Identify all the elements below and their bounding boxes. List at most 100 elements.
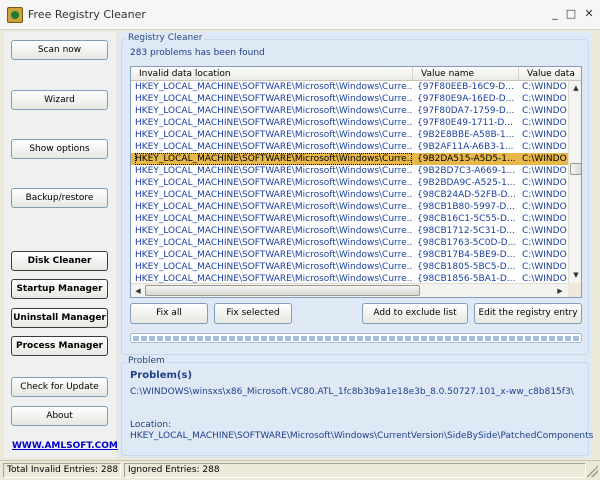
cell-location: HKEY_LOCAL_MACHINE\SOFTWARE\Microsoft\Wi… <box>135 82 412 92</box>
table-row[interactable]: HKEY_LOCAL_MACHINE\SOFTWARE\Microsoft\Wi… <box>131 201 568 213</box>
total-invalid-entries: Total Invalid Entries: 288 <box>3 463 121 478</box>
status-bar: Total Invalid Entries: 288 Ignored Entri… <box>0 460 600 480</box>
fix-selected-button[interactable]: Fix selected <box>214 303 292 324</box>
table-row[interactable]: HKEY_LOCAL_MACHINE\SOFTWARE\Microsoft\Wi… <box>131 165 568 177</box>
fix-all-button[interactable]: Fix all <box>130 303 208 324</box>
cell-value-name: {98CB24AD-52FB-D... <box>417 190 516 200</box>
cell-value-data: C:\WINDO <box>522 190 567 200</box>
location-label: Location: <box>130 420 172 430</box>
cell-location: HKEY_LOCAL_MACHINE\SOFTWARE\Microsoft\Wi… <box>135 214 412 224</box>
horizontal-scrollbar[interactable]: ◀ ▶ <box>131 283 568 297</box>
cell-value-name: {98CB1763-5C0D-D... <box>417 238 517 248</box>
cell-value-data: C:\WINDO <box>522 202 567 212</box>
startup-manager-button[interactable]: Startup Manager <box>11 279 108 299</box>
registry-cleaner-label: Registry Cleaner <box>126 33 205 43</box>
table-row[interactable]: HKEY_LOCAL_MACHINE\SOFTWARE\Microsoft\Wi… <box>131 273 568 283</box>
cell-value-name: {9B2DA515-A5D5-1... <box>417 154 516 164</box>
scan-now-button[interactable]: Scan now <box>11 40 108 60</box>
cell-location: HKEY_LOCAL_MACHINE\SOFTWARE\Microsoft\Wi… <box>135 153 412 165</box>
progress-bar <box>130 333 582 343</box>
table-row[interactable]: HKEY_LOCAL_MACHINE\SOFTWARE\Microsoft\Wi… <box>131 105 568 117</box>
add-to-exclude-list-button[interactable]: Add to exclude list <box>362 303 468 324</box>
window-title: Free Registry Cleaner <box>28 8 146 21</box>
backup-restore-button[interactable]: Backup/restore <box>11 188 108 208</box>
process-manager-button[interactable]: Process Manager <box>11 336 108 356</box>
cell-value-data: C:\WINDO <box>522 274 567 283</box>
table-row[interactable]: HKEY_LOCAL_MACHINE\SOFTWARE\Microsoft\Wi… <box>131 261 568 273</box>
cell-value-data: C:\WINDO <box>522 178 567 188</box>
table-row[interactable]: HKEY_LOCAL_MACHINE\SOFTWARE\Microsoft\Wi… <box>131 129 568 141</box>
cell-location: HKEY_LOCAL_MACHINE\SOFTWARE\Microsoft\Wi… <box>135 94 412 104</box>
cell-value-data: C:\WINDO <box>522 214 567 224</box>
arrow-down-icon[interactable]: ▼ <box>570 269 581 281</box>
table-row[interactable]: HKEY_LOCAL_MACHINE\SOFTWARE\Microsoft\Wi… <box>131 237 568 249</box>
cell-location: HKEY_LOCAL_MACHINE\SOFTWARE\Microsoft\Wi… <box>135 262 412 272</box>
cell-value-data: C:\WINDO <box>522 250 567 260</box>
cell-location: HKEY_LOCAL_MACHINE\SOFTWARE\Microsoft\Wi… <box>135 274 412 283</box>
cell-location: HKEY_LOCAL_MACHINE\SOFTWARE\Microsoft\Wi… <box>135 190 412 200</box>
table-row[interactable]: HKEY_LOCAL_MACHINE\SOFTWARE\Microsoft\Wi… <box>131 117 568 129</box>
cell-value-name: {98CB1B80-5997-D... <box>417 202 515 212</box>
table-row[interactable]: HKEY_LOCAL_MACHINE\SOFTWARE\Microsoft\Wi… <box>131 225 568 237</box>
column-header-value-data[interactable]: Value data <box>519 67 581 81</box>
cell-value-name: {9B2BDA9C-A525-1... <box>417 178 516 188</box>
column-header-value-name[interactable]: Value name <box>413 67 519 81</box>
cell-value-data: C:\WINDO <box>522 154 567 164</box>
cell-value-data: C:\WINDO <box>522 130 567 140</box>
cell-location: HKEY_LOCAL_MACHINE\SOFTWARE\Microsoft\Wi… <box>135 142 412 152</box>
cell-value-name: {98CB16C1-5C55-D... <box>417 214 516 224</box>
cell-value-data: C:\WINDO <box>522 166 567 176</box>
cell-value-data: C:\WINDO <box>522 262 567 272</box>
cell-location: HKEY_LOCAL_MACHINE\SOFTWARE\Microsoft\Wi… <box>135 238 412 248</box>
cell-value-data: C:\WINDO <box>522 118 567 128</box>
location-path: HKEY_LOCAL_MACHINE\SOFTWARE\Microsoft\Wi… <box>130 431 594 441</box>
vertical-scrollbar[interactable]: ▲ ▼ <box>568 81 581 283</box>
table-row[interactable]: HKEY_LOCAL_MACHINE\SOFTWARE\Microsoft\Wi… <box>131 81 568 93</box>
cell-value-name: {98CB1712-5C31-D... <box>417 226 516 236</box>
maximize-button[interactable]: □ <box>562 6 580 22</box>
column-header-location[interactable]: Invalid data location <box>131 67 413 81</box>
table-row[interactable]: HKEY_LOCAL_MACHINE\SOFTWARE\Microsoft\Wi… <box>131 177 568 189</box>
check-for-update-button[interactable]: Check for Update <box>11 377 108 397</box>
cell-value-name: {97F80E49-1711-D... <box>417 118 513 128</box>
problem-group-label: Problem <box>126 356 167 366</box>
close-button[interactable]: ✕ <box>580 6 598 22</box>
cell-location: HKEY_LOCAL_MACHINE\SOFTWARE\Microsoft\Wi… <box>135 250 412 260</box>
cell-value-data: C:\WINDO <box>522 94 567 104</box>
vertical-scroll-thumb[interactable] <box>570 163 581 175</box>
cell-value-name: {98CB1805-5BC5-D... <box>417 262 516 272</box>
cell-value-name: {98CB17B4-5BE9-D... <box>417 250 516 260</box>
cell-value-data: C:\WINDO <box>522 106 567 116</box>
arrow-left-icon[interactable]: ◀ <box>132 285 144 297</box>
website-link[interactable]: WWW.AMLSOFT.COM <box>12 441 118 451</box>
ignored-entries: Ignored Entries: 288 <box>124 463 586 478</box>
sidebar: Scan now Wizard Show options Backup/rest… <box>4 32 118 458</box>
cell-location: HKEY_LOCAL_MACHINE\SOFTWARE\Microsoft\Wi… <box>135 166 412 176</box>
horizontal-scroll-thumb[interactable] <box>145 285 420 296</box>
problem-path: C:\WINDOWS\winsxs\x86_Microsoft.VC80.ATL… <box>130 387 574 397</box>
show-options-button[interactable]: Show options <box>11 139 108 159</box>
table-row[interactable]: HKEY_LOCAL_MACHINE\SOFTWARE\Microsoft\Wi… <box>131 213 568 225</box>
table-row[interactable]: HKEY_LOCAL_MACHINE\SOFTWARE\Microsoft\Wi… <box>131 141 568 153</box>
cell-location: HKEY_LOCAL_MACHINE\SOFTWARE\Microsoft\Wi… <box>135 178 412 188</box>
table-row[interactable]: HKEY_LOCAL_MACHINE\SOFTWARE\Microsoft\Wi… <box>131 153 568 165</box>
edit-registry-entry-button[interactable]: Edit the registry entry <box>474 303 582 324</box>
cell-value-name: {9B2E8BBE-A58B-1... <box>417 130 515 140</box>
table-row[interactable]: HKEY_LOCAL_MACHINE\SOFTWARE\Microsoft\Wi… <box>131 93 568 105</box>
progress-fill <box>133 336 579 341</box>
table-row[interactable]: HKEY_LOCAL_MACHINE\SOFTWARE\Microsoft\Wi… <box>131 189 568 201</box>
cell-location: HKEY_LOCAL_MACHINE\SOFTWARE\Microsoft\Wi… <box>135 118 412 128</box>
cell-location: HKEY_LOCAL_MACHINE\SOFTWARE\Microsoft\Wi… <box>135 202 412 212</box>
resize-grip[interactable] <box>586 465 598 477</box>
table-row[interactable]: HKEY_LOCAL_MACHINE\SOFTWARE\Microsoft\Wi… <box>131 249 568 261</box>
problem-title: Problem(s) <box>130 370 193 381</box>
cell-value-name: {97F80E9A-16ED-D... <box>417 94 515 104</box>
cell-value-name: {9B2BD7C3-A669-1... <box>417 166 516 176</box>
about-button[interactable]: About <box>11 406 108 426</box>
results-list[interactable]: Invalid data location Value name Value d… <box>130 66 582 298</box>
arrow-up-icon[interactable]: ▲ <box>570 82 581 94</box>
disk-cleaner-button[interactable]: Disk Cleaner <box>11 251 108 271</box>
arrow-right-icon[interactable]: ▶ <box>554 285 566 297</box>
wizard-button[interactable]: Wizard <box>11 90 108 110</box>
uninstall-manager-button[interactable]: Uninstall Manager <box>11 308 108 328</box>
